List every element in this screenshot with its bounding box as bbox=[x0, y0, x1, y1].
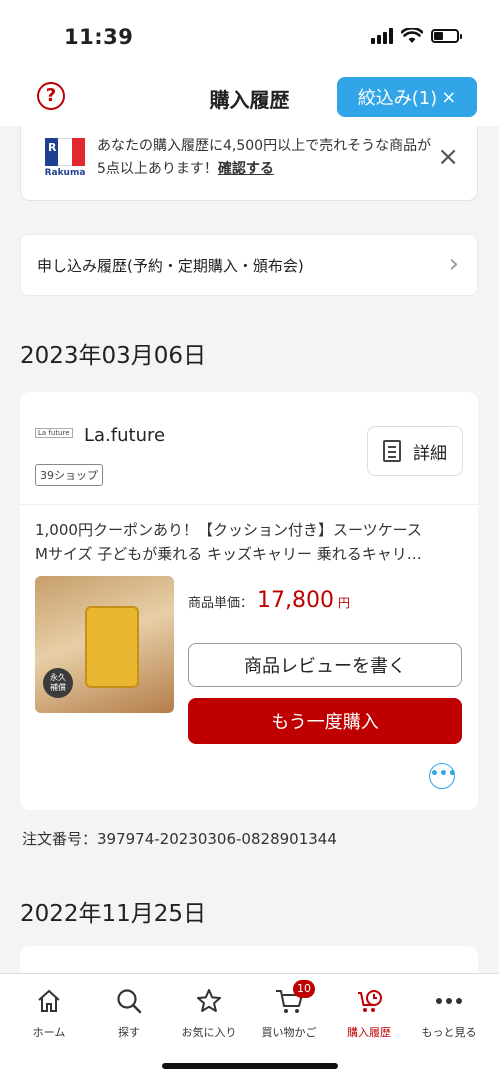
history-icon bbox=[358, 990, 382, 1012]
divider bbox=[20, 504, 478, 505]
tab-home[interactable]: ホーム bbox=[9, 984, 89, 1040]
filter-label: 絞込み(1) bbox=[357, 88, 438, 109]
price-label: 商品単価： bbox=[188, 596, 254, 611]
order-number: 注文番号：397974-20230306-0828901344 bbox=[22, 830, 337, 848]
product-title-line1: 1,000円クーポンあり！【クッション付き】スーツケース bbox=[35, 521, 422, 539]
close-icon: × bbox=[441, 86, 457, 108]
shop-badge: 39ショップ bbox=[35, 464, 103, 486]
more-options-icon[interactable]: ••• bbox=[429, 763, 457, 789]
product-title[interactable]: 1,000円クーポンあり！【クッション付き】スーツケース Mサイズ 子どもが乗れ… bbox=[35, 518, 465, 566]
tab-label: 探す bbox=[118, 1026, 140, 1039]
signal-icon bbox=[371, 28, 393, 44]
app-header: ? 購入履歴 絞込み(1) × bbox=[0, 70, 499, 126]
status-icons bbox=[371, 28, 462, 44]
status-time: 11:39 bbox=[64, 25, 134, 49]
battery-icon bbox=[431, 29, 462, 43]
filter-button[interactable]: 絞込み(1) × bbox=[337, 77, 477, 117]
detail-button[interactable]: 詳細 bbox=[367, 426, 463, 476]
price-unit: 円 bbox=[338, 596, 351, 610]
tab-label: 買い物かご bbox=[261, 1026, 317, 1039]
status-bar: 11:39 bbox=[0, 0, 499, 70]
home-indicator bbox=[162, 1063, 338, 1069]
write-review-button[interactable]: 商品レビューを書く bbox=[188, 643, 462, 687]
shop-name[interactable]: La.future bbox=[84, 425, 165, 446]
order-date: 2022年11月25日 bbox=[20, 901, 207, 927]
apply-history-link[interactable]: 申し込み履歴(予約・定期購入・頒布会) › bbox=[20, 234, 478, 296]
tab-search[interactable]: 探す bbox=[89, 984, 169, 1040]
tab-label: お気に入り bbox=[181, 1026, 237, 1039]
price-row: 商品単価： 17,800 円 bbox=[188, 588, 350, 613]
order-date: 2023年03月06日 bbox=[20, 343, 207, 369]
wifi-icon bbox=[401, 28, 423, 43]
product-image[interactable]: 永久 補償 bbox=[35, 576, 174, 713]
rakuma-logo-text: Rakuma bbox=[44, 168, 86, 178]
detail-label: 詳細 bbox=[413, 443, 447, 464]
tab-label: ホーム bbox=[32, 1026, 66, 1039]
rakuma-notice: R Rakuma あなたの購入履歴に4,500円以上で売れそうな商品が5点以上あ… bbox=[20, 126, 478, 201]
buy-again-button[interactable]: もう一度購入 bbox=[188, 698, 462, 744]
product-title-line2: Mサイズ 子どもが乗れる キッズキャリー 乗れるキャリ… bbox=[35, 545, 422, 563]
home-icon bbox=[38, 989, 60, 1012]
tab-label: もっと見る bbox=[421, 1026, 477, 1039]
price-value: 17,800 bbox=[257, 588, 334, 613]
apply-history-label: 申し込み履歴(予約・定期購入・頒布会) bbox=[37, 257, 304, 275]
document-icon bbox=[383, 440, 401, 462]
search-icon bbox=[117, 989, 142, 1014]
tab-label: 購入履歴 bbox=[347, 1026, 391, 1039]
notice-confirm-link[interactable]: 確認する bbox=[218, 161, 274, 177]
tab-more[interactable]: もっと見る bbox=[409, 984, 489, 1040]
rakuma-logo: R Rakuma bbox=[43, 138, 87, 182]
shop-logo: La future bbox=[35, 428, 73, 438]
order-card: La future La.future 39ショップ 詳細 1,000円クーポン… bbox=[20, 392, 478, 810]
tab-favorites[interactable]: お気に入り bbox=[169, 984, 249, 1040]
chevron-right-icon: › bbox=[448, 249, 459, 279]
more-icon bbox=[436, 998, 462, 1004]
star-icon bbox=[197, 989, 221, 1012]
close-icon[interactable]: × bbox=[437, 144, 459, 170]
tab-purchase-history[interactable]: 購入履歴 bbox=[329, 984, 409, 1040]
notice-text: あなたの購入履歴に4,500円以上で売れそうな商品が5点以上あります！確認する bbox=[97, 135, 437, 181]
tab-cart[interactable]: 10 買い物かご bbox=[249, 980, 329, 1040]
cart-count-badge: 10 bbox=[293, 980, 315, 998]
